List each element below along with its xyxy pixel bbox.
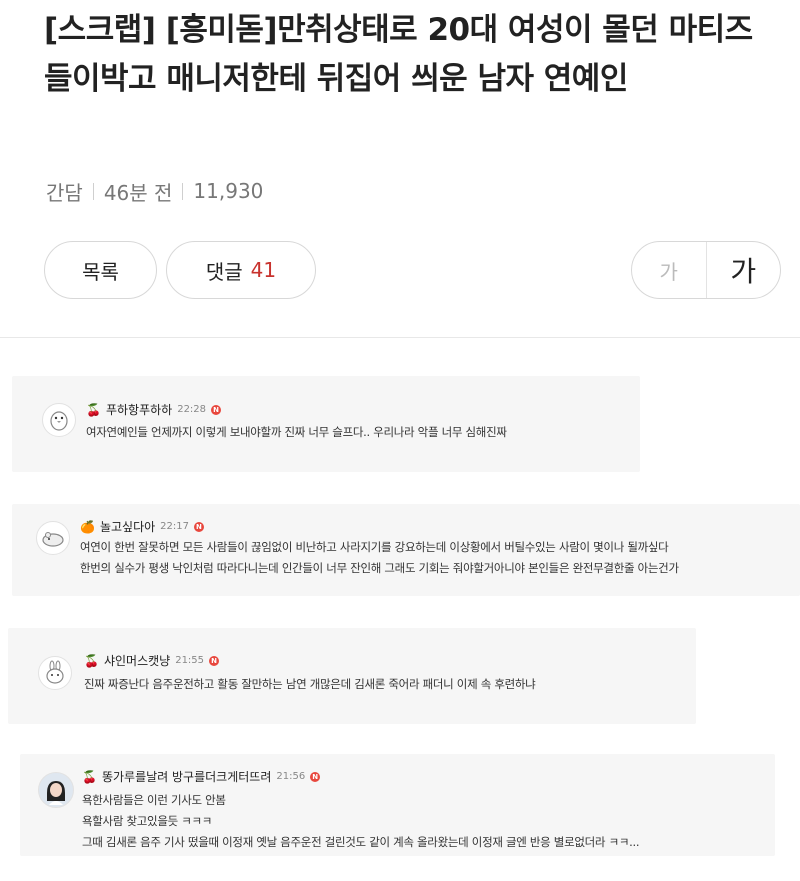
comment-text: 여연이 한번 잘못하면 모든 사람들이 끊임없이 비난하고 사라지기를 강요하는…: [80, 537, 679, 579]
comment-card: 🍒 똥가루를날려 방구를더크게터뜨려 21:56 N 욕한사람들은 이런 기사도…: [20, 754, 775, 856]
font-size-toggle: 가 가: [631, 241, 781, 299]
divider: [0, 337, 800, 338]
avatar[interactable]: [38, 656, 72, 690]
cherry-icon: 🍒: [86, 402, 101, 417]
comment-line: 그때 김새론 음주 기사 떴을때 이정재 옛날 음주운전 걸린것도 같이 계속 …: [82, 835, 640, 849]
new-badge: N: [211, 404, 222, 415]
penguin-avatar-icon: [50, 411, 68, 431]
list-button[interactable]: 목록: [44, 241, 157, 299]
comments-button-label: 댓글: [205, 259, 243, 284]
post-meta: 간담 46분 전 11,930: [46, 176, 263, 206]
rabbit-avatar-icon: [46, 660, 64, 684]
post-views: 11,930: [193, 179, 264, 203]
comment-card: 🍒 푸하항푸하하 22:28 N 여자연예인들 언제까지 이렇게 보내야할까 진…: [12, 376, 640, 472]
comment-header: 🍊 놀고싶다아 22:17 N: [80, 518, 204, 535]
font-large-button[interactable]: 가: [707, 242, 781, 298]
comment-nickname[interactable]: 샤인머스캣냥: [104, 652, 170, 669]
list-button-label: 목록: [82, 259, 119, 284]
comment-text: 여자연예인들 언제까지 이렇게 보내야할까 진짜 너무 슬프다.. 우리나라 악…: [86, 422, 507, 443]
comment-card: 🍊 놀고싶다아 22:17 N 여연이 한번 잘못하면 모든 사람들이 끊임없이…: [12, 504, 800, 596]
meta-divider: [182, 182, 184, 200]
post-time: 46분 전: [103, 180, 173, 205]
comment-line: 진짜 짜증난다 음주운전하고 활동 잘만하는 남연 개많은데 김새론 죽어라 패…: [84, 677, 536, 691]
comment-line: 욕한사람들은 이런 기사도 안봄: [82, 793, 226, 807]
comment-nickname[interactable]: 똥가루를날려 방구를더크게터뜨려: [102, 768, 271, 785]
cherry-icon: 🍒: [82, 769, 97, 784]
comment-text: 진짜 짜증난다 음주운전하고 활동 잘만하는 남연 개많은데 김새론 죽어라 패…: [84, 674, 536, 695]
comment-header: 🍒 샤인머스캣냥 21:55 N: [84, 652, 220, 669]
comment-header: 🍒 푸하항푸하하 22:28 N: [86, 401, 222, 418]
comment-line: 욕할사람 찾고있을듯 ㅋㅋㅋ: [82, 814, 213, 828]
comment-time: 21:55: [175, 655, 205, 666]
post-category[interactable]: 간담: [46, 177, 83, 206]
user-photo-icon: [41, 775, 71, 805]
comment-line: 여자연예인들 언제까지 이렇게 보내야할까 진짜 너무 슬프다.. 우리나라 악…: [86, 425, 507, 439]
font-small-button[interactable]: 가: [632, 242, 707, 298]
comment-time: 22:28: [177, 404, 207, 415]
comment-line: 여연이 한번 잘못하면 모든 사람들이 끊임없이 비난하고 사라지기를 강요하는…: [80, 540, 669, 554]
comments-button[interactable]: 댓글 41: [166, 241, 316, 299]
comment-header: 🍒 똥가루를날려 방구를더크게터뜨려 21:56 N: [82, 768, 321, 785]
meta-divider: [92, 182, 94, 200]
comment-line: 한번의 실수가 평생 낙인처럼 따라다니는데 인간들이 너무 잔인해 그래도 기…: [80, 561, 679, 575]
comments-count: 41: [250, 258, 277, 282]
avatar[interactable]: [38, 772, 74, 808]
avatar[interactable]: [42, 403, 76, 437]
cherry-icon: 🍒: [84, 653, 99, 668]
comment-nickname[interactable]: 푸하항푸하하: [106, 401, 172, 418]
rodent-avatar-icon: [42, 532, 64, 547]
comment-time: 22:17: [160, 521, 189, 532]
avatar[interactable]: [36, 521, 70, 555]
new-badge: N: [209, 655, 220, 666]
tangerine-icon: 🍊: [80, 519, 95, 534]
new-badge: N: [193, 521, 204, 532]
comment-card: 🍒 샤인머스캣냥 21:55 N 진짜 짜증난다 음주운전하고 활동 잘만하는 …: [8, 628, 696, 724]
comment-text: 욕한사람들은 이런 기사도 안봄 욕할사람 찾고있을듯 ㅋㅋㅋ 그때 김새론 음…: [82, 790, 640, 853]
new-badge: N: [310, 771, 321, 782]
comment-time: 21:56: [276, 771, 306, 782]
comment-nickname[interactable]: 놀고싶다아: [100, 518, 155, 535]
post-title: [스크랩] [흥미돋]만취상태로 20대 여성이 몰던 마티즈 들이박고 매니저…: [44, 12, 753, 97]
